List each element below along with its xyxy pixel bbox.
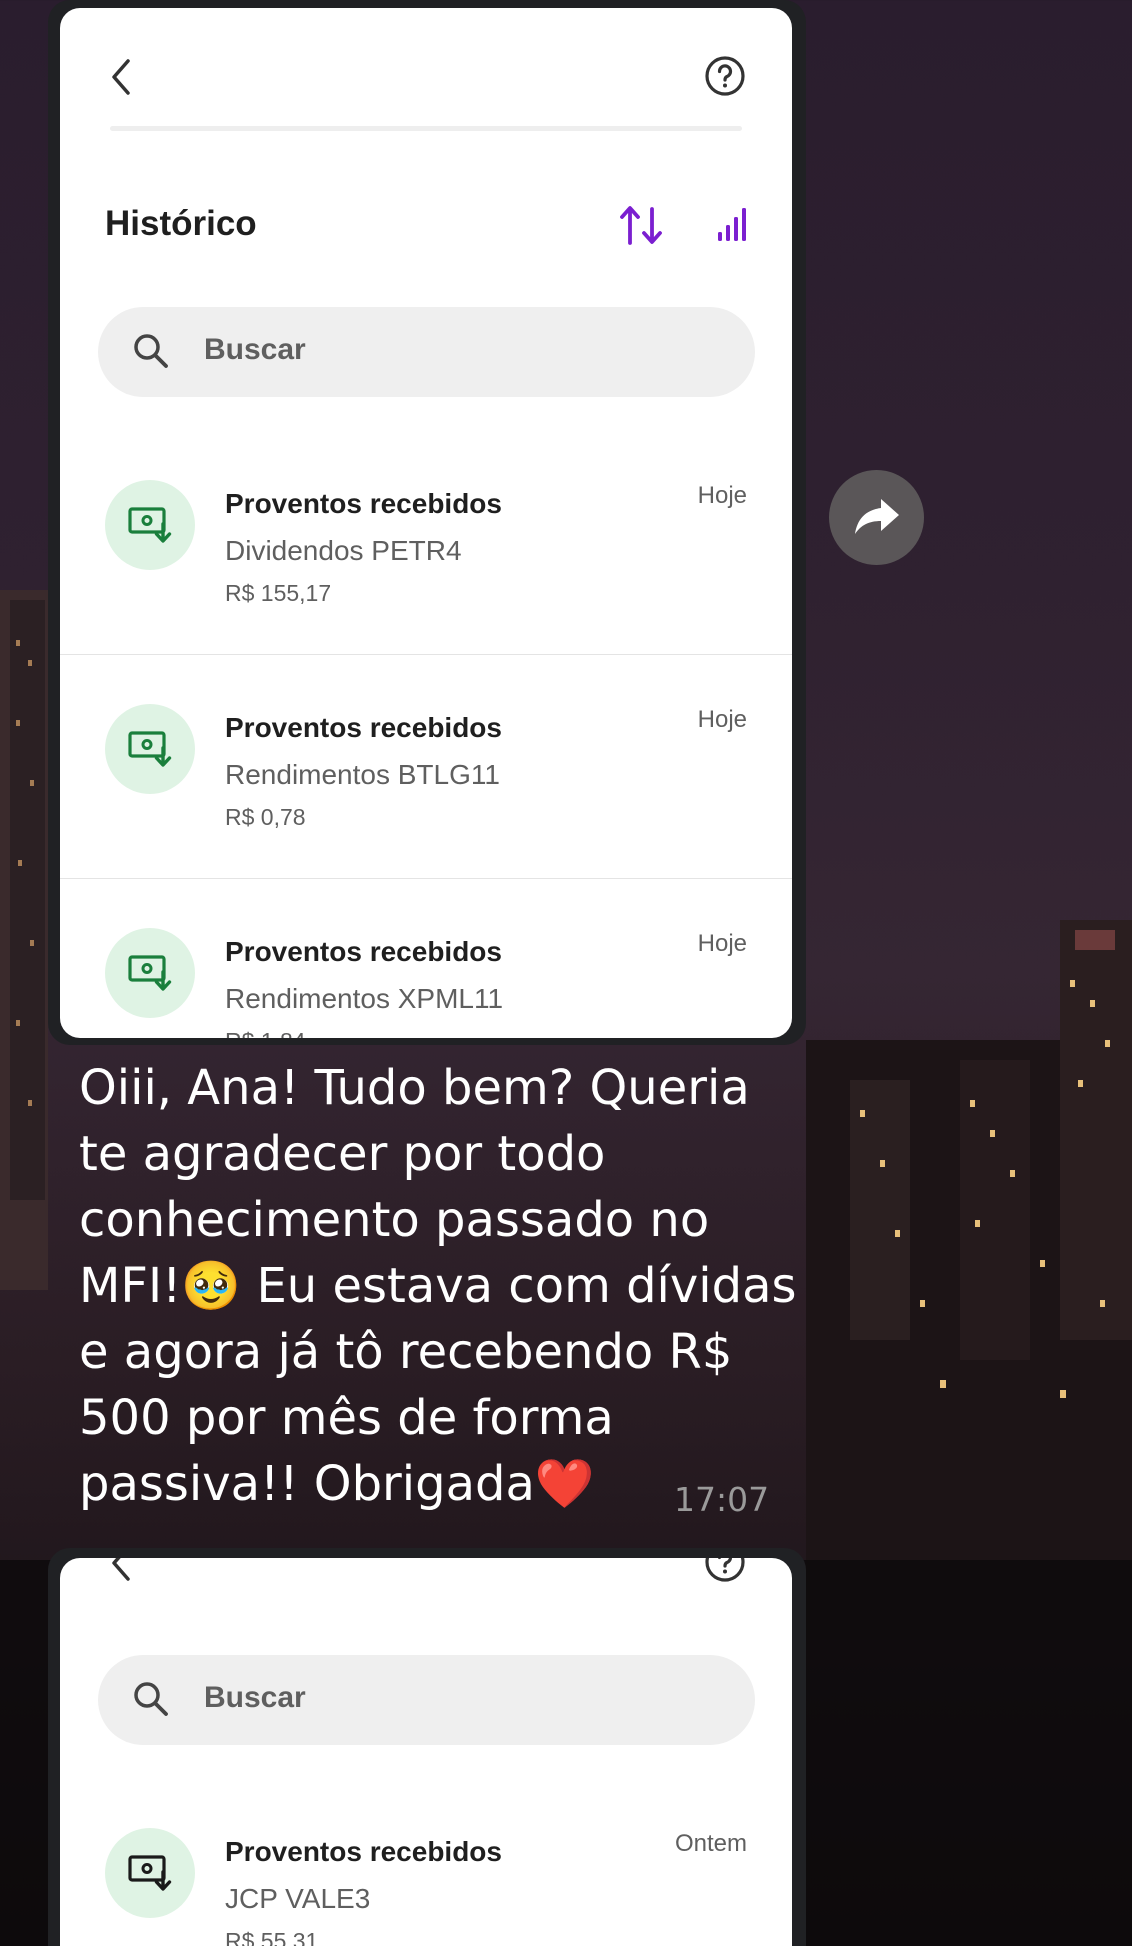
item-title: Proventos recebidos	[225, 936, 502, 967]
list-item[interactable]: Proventos recebidos Rendimentos BTLG11 R…	[60, 662, 792, 886]
list-divider	[60, 654, 792, 655]
bottom-screenshot: Buscar Proventos recebidos JCP VALE3 R$ …	[60, 1558, 792, 1946]
item-date: Ontem	[674, 1830, 747, 1857]
item-subtitle: Dividendos PETR4	[225, 535, 462, 566]
item-date: Hoje	[697, 706, 747, 733]
top-screenshot: Histórico Buscar Proventos recebidos Div…	[60, 8, 792, 1038]
page-title: Histórico	[105, 204, 257, 243]
item-subtitle: Rendimentos XPML11	[225, 983, 504, 1014]
item-date: Hoje	[697, 482, 747, 509]
search-input[interactable]: Buscar	[98, 307, 755, 397]
help-icon[interactable]	[704, 1558, 746, 1588]
search-input[interactable]: Buscar	[98, 1655, 755, 1745]
item-amount: R$ 1,84	[225, 1028, 306, 1038]
item-subtitle: Rendimentos BTLG11	[225, 759, 500, 790]
list-divider	[60, 878, 792, 879]
message-text: Oiii, Ana! Tudo bem? Queria te agradecer…	[79, 1060, 797, 1512]
income-icon	[105, 704, 195, 794]
search-placeholder: Buscar	[204, 333, 306, 366]
help-icon[interactable]	[704, 55, 746, 102]
search-icon	[132, 1680, 170, 1723]
item-title: Proventos recebidos	[225, 488, 502, 519]
income-icon	[105, 1828, 195, 1918]
message-time: 17:07	[674, 1480, 770, 1519]
list-item[interactable]: Proventos recebidos JCP VALE3 R$ 55,31 O…	[60, 1786, 792, 1946]
back-icon[interactable]	[110, 58, 132, 101]
item-amount: R$ 55,31	[225, 1928, 319, 1946]
header-divider	[110, 126, 742, 131]
sort-icon[interactable]	[618, 203, 666, 252]
item-title: Proventos recebidos	[225, 1836, 502, 1867]
list-item[interactable]: Proventos recebidos Rendimentos XPML11 R…	[60, 886, 792, 1038]
item-title: Proventos recebidos	[225, 712, 502, 743]
list-item[interactable]: Proventos recebidos Dividendos PETR4 R$ …	[60, 438, 792, 662]
forward-button[interactable]	[829, 470, 924, 565]
back-icon[interactable]	[110, 1558, 132, 1587]
chart-icon[interactable]	[717, 206, 749, 247]
item-amount: R$ 155,17	[225, 580, 332, 606]
item-amount: R$ 0,78	[225, 804, 306, 830]
income-icon	[105, 480, 195, 570]
search-icon	[132, 332, 170, 375]
income-icon	[105, 928, 195, 1018]
item-date: Hoje	[697, 930, 747, 957]
item-subtitle: JCP VALE3	[225, 1883, 371, 1914]
search-placeholder: Buscar	[204, 1681, 306, 1714]
